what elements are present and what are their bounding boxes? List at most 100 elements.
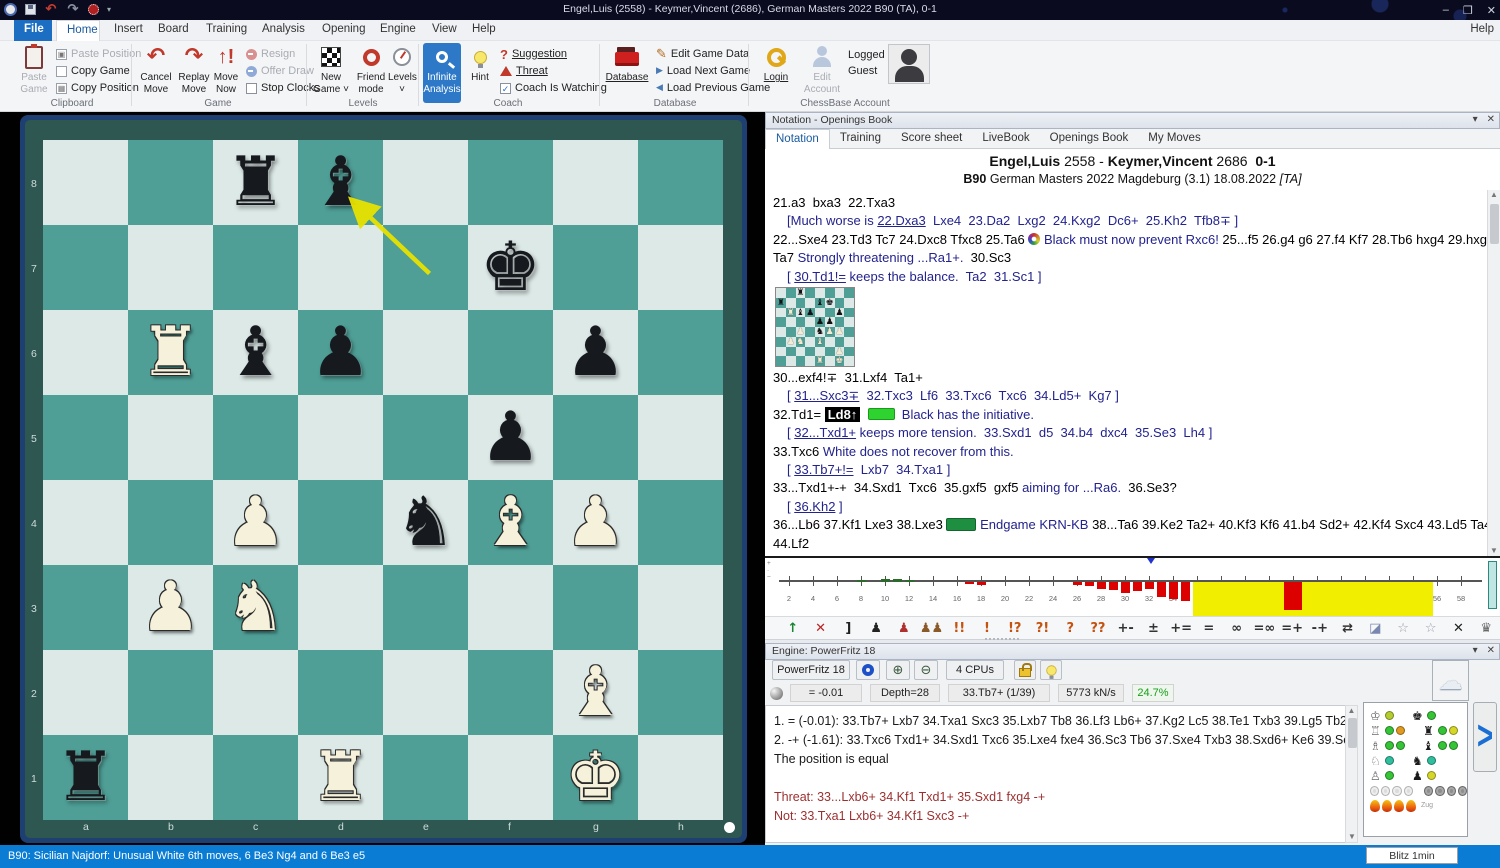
board-square[interactable] <box>468 565 553 650</box>
engine-close-icon[interactable]: ✕ <box>1487 645 1495 656</box>
move-text[interactable]: 32...Txd1+ <box>794 425 856 440</box>
engine-scroll-up-icon[interactable]: ▲ <box>1348 706 1356 715</box>
board-square[interactable] <box>298 480 383 565</box>
tab-notation[interactable]: Notation <box>765 129 830 149</box>
move-text[interactable]: 33...Txd1+-+ 34.Sxd1 Txc6 35.gxf5 gxf5 <box>773 480 1022 495</box>
annotation-symbol-button[interactable]: =+ <box>1278 621 1306 636</box>
annotation-symbol-button[interactable]: ?! <box>1029 621 1057 636</box>
board-square[interactable] <box>383 650 468 735</box>
move-text[interactable]: 21.a3 bxa3 22.Txa3 <box>773 195 895 210</box>
infinite-analysis-button[interactable]: InfiniteAnalysis <box>423 43 461 103</box>
annotation-symbol-button[interactable]: ♟ <box>890 621 918 636</box>
chess-piece-wb[interactable]: ♝ <box>468 480 553 565</box>
board-square[interactable] <box>468 140 553 225</box>
offer-draw-button[interactable]: Offer Draw <box>246 64 314 78</box>
annotation-symbol-button[interactable]: ?? <box>1084 621 1112 636</box>
paste-game-button[interactable]: PasteGame <box>14 44 54 95</box>
annotation-symbol-button[interactable]: ? <box>1056 621 1084 636</box>
engine-collapse-icon[interactable]: ▾ <box>1473 645 1478 656</box>
annotation-text[interactable]: aiming for ...Ra6. <box>1022 480 1121 495</box>
board-square[interactable] <box>638 735 723 820</box>
board-square[interactable] <box>213 650 298 735</box>
engine-analysis-lines[interactable]: 1. = (-0.01): 33.Tb7+ Lxb7 34.Txa1 Sxc3 … <box>765 705 1358 843</box>
board-square[interactable] <box>638 480 723 565</box>
board-square[interactable] <box>213 225 298 310</box>
move-text[interactable]: 22.Dxa3 <box>877 213 925 228</box>
board-square[interactable] <box>638 225 723 310</box>
maximize-button[interactable]: ❒ <box>1463 4 1473 17</box>
annotation-text[interactable]: 32.Txc3 Lf6 33.Txc6 Txc6 34.Ld5+ Kg7 ] <box>859 388 1119 403</box>
add-line-button[interactable]: ⊕ <box>886 660 910 680</box>
tab-analysis[interactable]: Analysis <box>252 20 315 41</box>
move-text[interactable]: 36...Lb6 37.Kf1 Lxe3 38.Lxe3 <box>773 517 946 532</box>
chess-piece-bp[interactable]: ♟ <box>298 310 383 395</box>
tab-my-moves[interactable]: My Moves <box>1138 129 1210 149</box>
annotation-text[interactable]: [Much worse is <box>787 213 877 228</box>
annotation-symbol-button[interactable]: -+ <box>1306 621 1334 636</box>
cancel-move-button[interactable]: ↶ CancelMove <box>136 44 176 95</box>
notation-moves-area[interactable]: 21.a3 bxa3 22.Txa3 [Much worse is 22.Dxa3… <box>765 190 1487 556</box>
tab-engine[interactable]: Engine <box>370 20 426 41</box>
tab-score-sheet[interactable]: Score sheet <box>891 129 972 149</box>
tab-view[interactable]: View <box>422 20 467 41</box>
board-square[interactable] <box>128 395 213 480</box>
account-avatar[interactable] <box>888 44 930 84</box>
annotation-text[interactable]: Lxe4 23.Da2 Lxg2 24.Kxg2 Dc6+ 25.Kh2 Tfb… <box>926 213 1238 228</box>
board-square[interactable] <box>468 735 553 820</box>
chess-piece-wp[interactable]: ♟ <box>213 480 298 565</box>
annotation-symbol-button[interactable]: ♛ <box>1472 621 1500 636</box>
load-next-game-button[interactable]: ▶Load Next Game <box>656 64 750 78</box>
board-square[interactable] <box>638 395 723 480</box>
chess-piece-bn[interactable]: ♞ <box>383 480 468 565</box>
notation-diagram[interactable]: ♜♜♝♚♜♝♟♟♟♟♟♞♟♟♟♞♝♟♜♚ <box>775 287 855 367</box>
board-square[interactable] <box>213 735 298 820</box>
move-now-button[interactable]: ↑! MoveNow <box>210 44 242 95</box>
annotation-text[interactable]: Strongly threatening ...Ra1+. <box>798 250 964 265</box>
board-square[interactable] <box>43 395 128 480</box>
annotation-symbol-button[interactable]: ⇄ <box>1334 621 1362 636</box>
move-text[interactable]: 44.Lf2 <box>773 536 809 551</box>
board-square[interactable] <box>638 565 723 650</box>
engine-scrollbar[interactable]: ▲ ▼ <box>1345 705 1358 843</box>
board-square[interactable] <box>43 140 128 225</box>
lock-button[interactable] <box>1014 660 1036 680</box>
chess-piece-wk[interactable]: ♚ <box>553 735 638 820</box>
move-text[interactable]: 25...f5 26.g4 g6 27.f4 Kf7 28.Tb6 hxg4 2… <box>1222 232 1487 247</box>
move-text[interactable]: 33.Txc6 <box>773 444 823 459</box>
stop-clocks-checkbox[interactable]: Stop Clocks <box>246 81 320 95</box>
engine-cloud-button[interactable]: ☁ <box>1432 660 1469 701</box>
board-square[interactable] <box>298 565 383 650</box>
move-text[interactable]: 38...Ta6 39.Ke2 Ta2+ 40.Kf3 Kf6 41.b4 Sd… <box>1092 517 1487 532</box>
board-square[interactable] <box>43 310 128 395</box>
tab-board[interactable]: Board <box>148 20 199 41</box>
board-square[interactable] <box>638 310 723 395</box>
tab-insert[interactable]: Insert <box>104 20 153 41</box>
eval-scrollbar-thumb[interactable] <box>1488 561 1497 609</box>
copy-game-button[interactable]: Copy Game <box>56 64 130 78</box>
annotation-symbol-button[interactable]: ✕ <box>1445 621 1473 636</box>
move-text[interactable]: 36.Se3? <box>1121 480 1177 495</box>
annotation-text[interactable]: Lxb7 34.Txa1 ] <box>854 462 951 477</box>
chess-piece-bk[interactable]: ♚ <box>468 225 553 310</box>
hint-button[interactable]: Hint <box>464 44 496 84</box>
scroll-up-icon[interactable]: ▲ <box>1490 190 1498 199</box>
annotation-text[interactable]: keeps the balance. Ta2 31.Sc1 ] <box>846 269 1042 284</box>
chess-piece-br[interactable]: ♜ <box>43 735 128 820</box>
database-button[interactable]: Database <box>604 44 650 84</box>
evaluation-color-box[interactable] <box>868 408 895 420</box>
coach-watching-checkbox-icon[interactable]: ✓ <box>500 83 511 94</box>
tab-livebook[interactable]: LiveBook <box>972 129 1039 149</box>
move-text[interactable]: 31...Sxc3∓ <box>794 388 859 403</box>
annotation-symbol-button[interactable]: ± <box>1140 621 1168 636</box>
board-square[interactable] <box>553 565 638 650</box>
annotation-symbol-button[interactable]: += <box>1167 621 1195 636</box>
board-square[interactable] <box>553 140 638 225</box>
engine-panel-header[interactable]: Engine: PowerFritz 18 ▾ ✕ <box>765 643 1500 660</box>
annotation-symbol-button[interactable]: !? <box>1001 621 1029 636</box>
annotation-symbol-button[interactable]: =∞ <box>1250 621 1278 636</box>
notation-panel-header[interactable]: Notation - Openings Book ▾ ✕ <box>765 112 1500 129</box>
board-square[interactable] <box>43 225 128 310</box>
stop-clocks-checkbox-icon[interactable] <box>246 83 257 94</box>
board-square[interactable] <box>128 480 213 565</box>
annotation-symbol-button[interactable]: ↑ <box>779 621 807 636</box>
